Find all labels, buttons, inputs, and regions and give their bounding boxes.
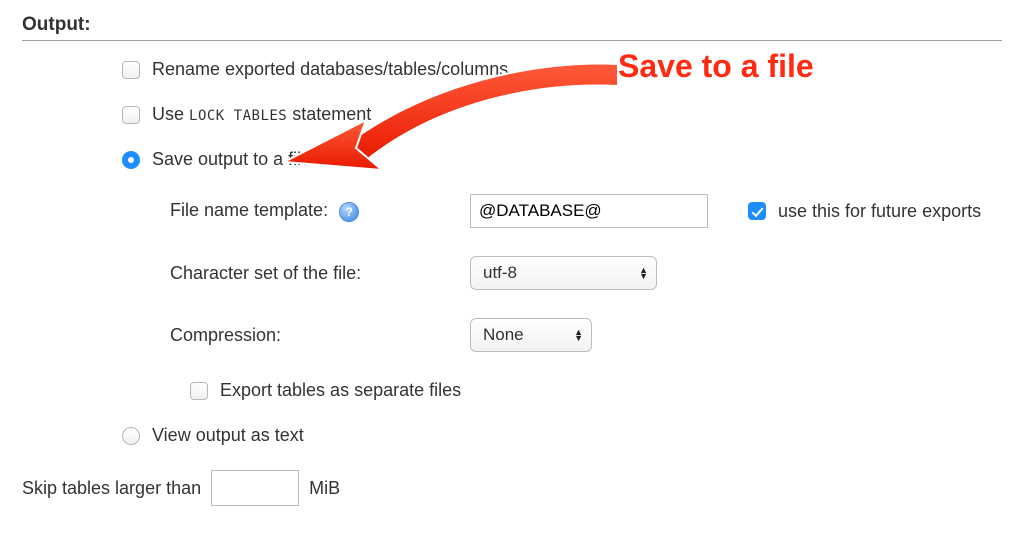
filename-template-label-wrap: File name template: ? xyxy=(170,200,470,222)
lock-tables-checkbox[interactable] xyxy=(122,106,140,124)
compression-value: None xyxy=(483,325,524,345)
help-icon[interactable]: ? xyxy=(339,202,359,222)
view-as-text-radio[interactable] xyxy=(122,427,140,445)
compression-row: Compression: None ▲▼ xyxy=(170,318,1002,352)
lock-tables-label-before: Use xyxy=(152,104,189,124)
skip-tables-unit: MiB xyxy=(309,478,340,499)
lock-tables-row: Use LOCK TABLES statement xyxy=(122,104,1002,125)
lock-tables-label: Use LOCK TABLES statement xyxy=(152,104,371,125)
view-as-text-row: View output as text xyxy=(122,425,1002,446)
filename-template-row: File name template: ? use this for futur… xyxy=(170,194,1002,228)
rename-row: Rename exported databases/tables/columns xyxy=(122,59,1002,80)
rename-checkbox[interactable] xyxy=(122,61,140,79)
export-separate-label: Export tables as separate files xyxy=(220,380,461,401)
rename-label: Rename exported databases/tables/columns xyxy=(152,59,508,80)
filename-template-input[interactable] xyxy=(470,194,708,228)
charset-label: Character set of the file: xyxy=(170,263,361,283)
future-exports-checkbox[interactable] xyxy=(748,202,766,220)
charset-select[interactable]: utf-8 ▲▼ xyxy=(470,256,657,290)
skip-tables-input[interactable] xyxy=(211,470,299,506)
select-arrows-icon: ▲▼ xyxy=(639,267,648,279)
skip-tables-row: Skip tables larger than MiB xyxy=(22,470,1002,506)
export-separate-row: Export tables as separate files xyxy=(190,380,1002,401)
output-section-title: Output: xyxy=(22,14,1002,41)
skip-tables-label: Skip tables larger than xyxy=(22,478,201,499)
save-to-file-radio[interactable] xyxy=(122,151,140,169)
select-arrows-icon: ▲▼ xyxy=(574,329,583,341)
compression-label: Compression: xyxy=(170,325,281,345)
view-as-text-label: View output as text xyxy=(152,425,304,446)
save-to-file-label: Save output to a file xyxy=(152,149,311,170)
future-exports-label: use this for future exports xyxy=(778,201,981,222)
save-to-file-row: Save output to a file xyxy=(122,149,1002,170)
lock-tables-code: LOCK TABLES xyxy=(189,108,287,124)
filename-template-label: File name template: xyxy=(170,200,328,220)
charset-row: Character set of the file: utf-8 ▲▼ xyxy=(170,256,1002,290)
export-separate-checkbox[interactable] xyxy=(190,382,208,400)
lock-tables-label-after: statement xyxy=(287,104,371,124)
charset-value: utf-8 xyxy=(483,263,517,283)
compression-select[interactable]: None ▲▼ xyxy=(470,318,592,352)
